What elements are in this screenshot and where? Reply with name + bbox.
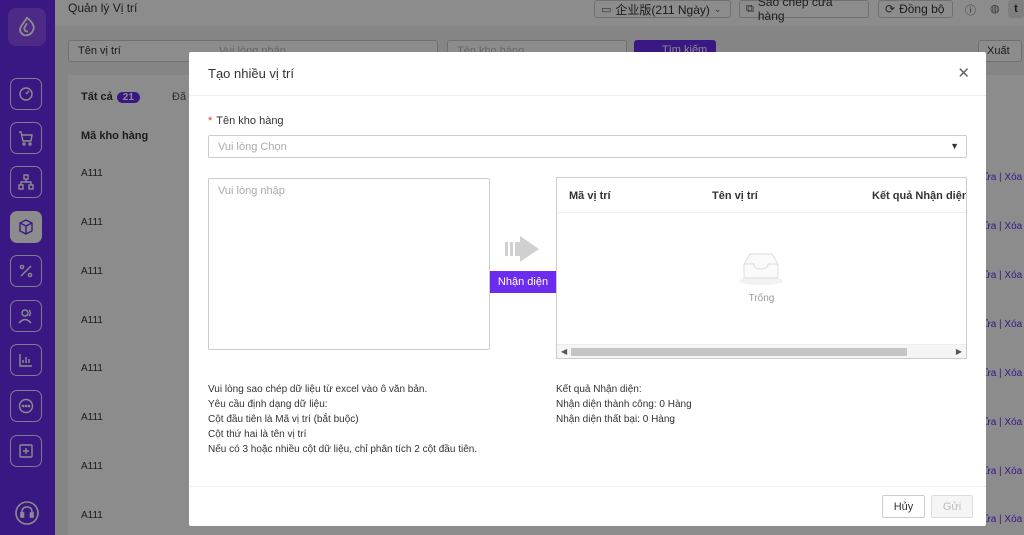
column-header-location-name: Tên vị trí [712,190,758,202]
data-paste-textarea[interactable] [208,178,490,350]
warehouse-select-placeholder: Vui lòng Chọn [218,141,287,153]
instruction-line: Cột thứ hai là tên vị trí [208,429,307,440]
instruction-line: Vui lòng sao chép dữ liệu từ excel vào ô… [208,384,428,395]
arrow-right-icon [505,236,539,262]
column-header-location-code: Mã vị trí [569,190,611,202]
summary-title: Kết quả Nhận diện: [556,384,642,395]
cancel-button[interactable]: Hủy [882,495,925,518]
recognition-summary: Kết quả Nhận diện: Nhận diện thành công:… [556,382,856,427]
warehouse-label-text: Tên kho hàng [216,115,284,127]
column-header-recognition-result: Kết quả Nhận diện [872,190,967,202]
required-marker: * [208,115,213,127]
instruction-line: Yêu cầu định dạng dữ liệu: [208,399,328,410]
summary-success: Nhận diện thành công: 0 Hàng [556,399,692,410]
recognition-result-table: Mã vị trí Tên vị trí Kết quả Nhận diện T… [556,177,967,359]
modal-title: Tạo nhiều vị trí [208,66,294,81]
paste-instructions: Vui lòng sao chép dữ liệu từ excel vào ô… [208,382,538,457]
warehouse-field-label: * Tên kho hàng [208,115,284,127]
instruction-line: Nếu có 3 hoặc nhiều cột dữ liệu, chỉ phâ… [208,444,478,455]
caret-down-icon: ▼ [950,141,959,151]
warehouse-select[interactable]: Vui lòng Chọn ▼ [208,135,967,158]
submit-button[interactable]: Gửi [931,495,973,518]
empty-state-text: Trống [748,293,775,304]
summary-failed: Nhận diện thất bại: 0 Hàng [556,414,675,425]
create-locations-dialog: Tạo nhiều vị trí ✕ * Tên kho hàng Vui lòn… [189,52,986,526]
scroll-left-icon[interactable]: ◀ [561,347,567,356]
scroll-thumb[interactable] [571,348,907,356]
empty-inbox-icon [739,253,783,285]
modal-header: Tạo nhiều vị trí ✕ [189,52,986,96]
modal-footer: Hủy Gửi [189,486,986,526]
horizontal-scrollbar[interactable]: ◀ ▶ [557,344,966,358]
scroll-right-icon[interactable]: ▶ [956,347,962,356]
instruction-line: Cột đầu tiên là Mã vị trí (bắt buộc) [208,414,359,425]
table-header: Mã vị trí Tên vị trí Kết quả Nhận diện [557,178,966,213]
recognize-button[interactable]: Nhận diện [490,271,556,293]
close-icon[interactable]: ✕ [957,64,970,82]
